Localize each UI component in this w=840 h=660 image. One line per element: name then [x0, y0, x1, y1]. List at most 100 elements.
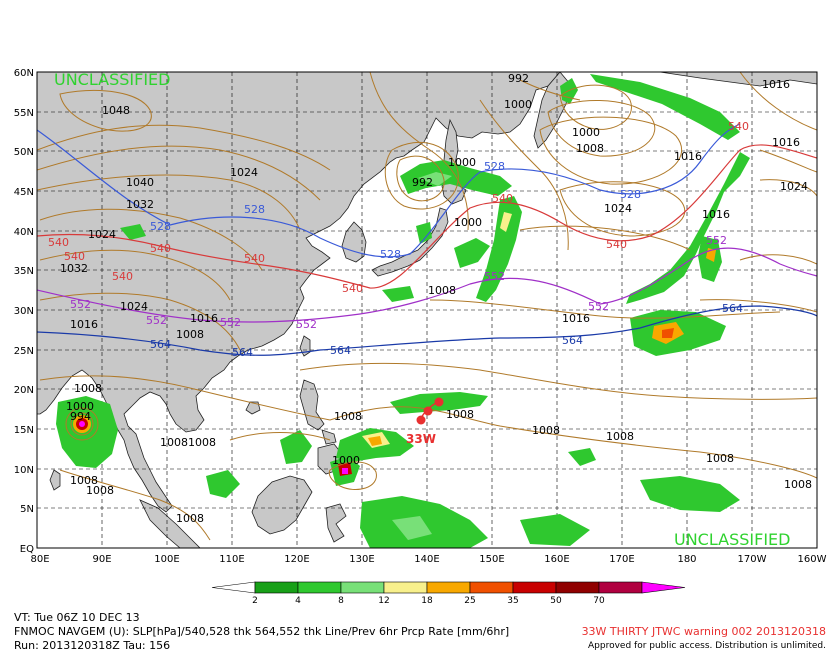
thk-552-label: 552	[588, 300, 609, 313]
colorbar-swatch	[340, 581, 385, 594]
thk-528-label: 528	[620, 188, 641, 201]
thk-528-label: 528	[150, 220, 171, 233]
precip-colorbar: 2 4 8 12 18 25 35 50 70	[211, 581, 686, 606]
storm-position-marker	[423, 406, 433, 416]
isobar-label: 1048	[102, 104, 130, 117]
colorbar-swatch	[598, 581, 643, 594]
lon-label: 160E	[544, 554, 569, 565]
weather-map: 1048 1040 1032 1024 1024 1032 1024 1016 …	[14, 68, 827, 606]
isobar-label: 1008	[176, 328, 204, 341]
lon-label: 100E	[154, 554, 179, 565]
jtwc-warning: 33W THIRTY JTWC warning 002 2013120318	[581, 625, 826, 638]
thk-552-label: 552	[484, 270, 505, 283]
thk-552-label: 552	[146, 314, 167, 327]
thk-540-label: 540	[728, 120, 749, 133]
lon-label: 180	[677, 554, 696, 565]
distribution-notice: Approved for public access. Distribution…	[588, 641, 826, 651]
colorbar-swatch	[641, 581, 686, 594]
valid-time: VT: Tue 06Z 10 DEC 13	[14, 611, 140, 624]
isobar-label: 1016	[762, 78, 790, 91]
lat-label: 25N	[14, 346, 34, 357]
colorbar-tick-label: 18	[421, 596, 433, 606]
product-description: FNMOC NAVGEM (U): SLP[hPa]/540,528 thk 5…	[14, 625, 510, 638]
lon-label: 160W	[798, 554, 827, 565]
lon-label: 140E	[414, 554, 439, 565]
isobar-label: 994	[70, 410, 91, 423]
lat-label: 20N	[14, 385, 34, 396]
isobar-label: 1000	[572, 126, 600, 139]
isobar-label: 1024	[88, 228, 116, 241]
lon-label: 120E	[284, 554, 309, 565]
isobar-label: 1008	[160, 436, 188, 449]
colorbar-tick-label: 50	[550, 596, 562, 606]
thk-564-label: 564	[232, 346, 253, 359]
isobar-label: 1008	[176, 512, 204, 525]
classification-bottom: UNCLASSIFIED	[674, 530, 790, 549]
isobar-label: 1008	[706, 452, 734, 465]
colorbar-swatch	[254, 581, 299, 594]
isobar-label: 1016	[702, 208, 730, 221]
colorbar-swatch	[426, 581, 471, 594]
isobar-label: 1008	[606, 430, 634, 443]
isobar-label: 1008	[446, 408, 474, 421]
isobar-label: 1024	[604, 202, 632, 215]
lat-label: 15N	[14, 425, 34, 436]
colorbar-swatch	[297, 581, 342, 594]
lat-label: 30N	[14, 306, 34, 317]
isobar-label: 1008	[74, 382, 102, 395]
lat-label: 50N	[14, 147, 34, 158]
isobar-label: 1032	[126, 198, 154, 211]
colorbar-swatch	[512, 581, 557, 594]
isobar-label: 1024	[120, 300, 148, 313]
lat-label: 10N	[14, 465, 34, 476]
thk-540-label: 540	[150, 242, 171, 255]
thk-564-label: 564	[330, 344, 351, 357]
lon-label: 80E	[30, 554, 49, 565]
isobar-label: 1008	[188, 436, 216, 449]
isobar-label: 992	[508, 72, 529, 85]
classification-top: UNCLASSIFIED	[54, 70, 170, 89]
thk-540-label: 540	[48, 236, 69, 249]
thk-528-label: 528	[244, 203, 265, 216]
colorbar-tick-label: 25	[464, 596, 475, 606]
colorbar-swatch	[469, 581, 514, 594]
colorbar-swatch	[383, 581, 428, 594]
thk-552-label: 552	[706, 234, 727, 247]
colorbar-tick-label: 4	[295, 596, 301, 606]
lon-label: 150E	[479, 554, 504, 565]
lon-label: 110E	[219, 554, 244, 565]
precip-patch	[342, 468, 348, 474]
thk-528-label: 528	[380, 248, 401, 261]
isobar-label: 1000	[448, 156, 476, 169]
isobar-label: 1000	[454, 216, 482, 229]
isobar-label: 1008	[334, 410, 362, 423]
isobar-label: 1032	[60, 262, 88, 275]
thk-540-label: 540	[606, 238, 627, 251]
storm-label: 33W	[406, 432, 436, 446]
storm-position-marker	[434, 397, 444, 407]
thk-552-label: 552	[220, 316, 241, 329]
isobar-label: 1016	[772, 136, 800, 149]
thk-564-label: 564	[722, 302, 743, 315]
lat-label: 5N	[20, 504, 34, 515]
storm-position-marker	[416, 415, 426, 425]
isobar-label: 1024	[780, 180, 808, 193]
thk-540-label: 540	[492, 192, 513, 205]
lat-label: 35N	[14, 266, 34, 277]
lat-label: 55N	[14, 108, 34, 119]
isobar-label: 1016	[562, 312, 590, 325]
colorbar-tick-label: 8	[338, 596, 344, 606]
lat-label: 40N	[14, 227, 34, 238]
thk-552-label: 552	[70, 298, 91, 311]
thk-528-label: 528	[484, 160, 505, 173]
isobar-label: 1016	[190, 312, 218, 325]
lon-label: 170E	[609, 554, 634, 565]
thk-564-label: 564	[562, 334, 583, 347]
colorbar-swatch	[555, 581, 600, 594]
lat-label: 60N	[14, 68, 34, 79]
colorbar-tick-label: 12	[378, 596, 389, 606]
thk-540-label: 540	[64, 250, 85, 263]
isobar-label: 1016	[70, 318, 98, 331]
colorbar-tick-label: 35	[507, 596, 518, 606]
colorbar-tick-label: 2	[252, 596, 258, 606]
